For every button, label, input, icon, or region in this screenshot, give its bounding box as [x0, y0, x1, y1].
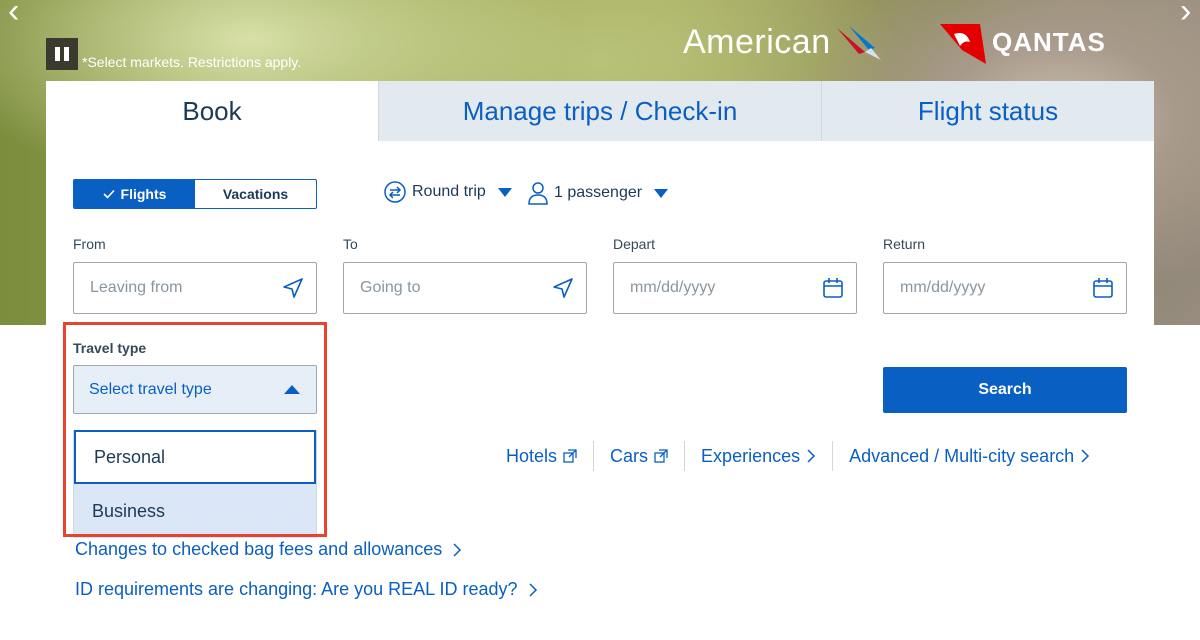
trip-type-label: Round trip	[412, 183, 486, 200]
cars-link[interactable]: Cars	[594, 446, 684, 467]
pause-button[interactable]	[46, 38, 78, 70]
news-link-label: ID requirements are changing: Are you RE…	[75, 579, 518, 599]
tab-flight-status[interactable]: Flight status	[821, 81, 1154, 141]
vacations-toggle-button[interactable]: Vacations	[195, 180, 316, 208]
location-arrow-icon[interactable]	[282, 277, 304, 299]
qantas-wordmark: QANTAS	[992, 26, 1106, 57]
from-input[interactable]	[88, 278, 262, 298]
news-link-real-id[interactable]: ID requirements are changing: Are you RE…	[75, 579, 538, 600]
from-label: From	[73, 236, 106, 252]
passenger-label: 1 passenger	[554, 184, 643, 201]
advanced-search-link-label: Advanced / Multi-city search	[849, 445, 1075, 466]
caret-down-icon	[654, 188, 669, 198]
depart-label: Depart	[613, 236, 656, 252]
carousel-next-icon[interactable]: ›	[1180, 0, 1191, 28]
return-label: Return	[883, 236, 926, 252]
hotels-link[interactable]: Hotels	[506, 446, 593, 467]
person-icon	[528, 182, 548, 205]
advanced-search-link[interactable]: Advanced / Multi-city search	[833, 446, 1106, 467]
return-date-input[interactable]	[898, 278, 1072, 298]
to-label: To	[343, 236, 358, 252]
american-airlines-logo: American	[683, 22, 883, 62]
kangaroo-tail-icon	[940, 24, 986, 64]
tab-book[interactable]: Book	[46, 81, 378, 141]
promo-disclaimer: *Select markets. Restrictions apply.	[82, 54, 302, 70]
location-arrow-icon[interactable]	[552, 277, 574, 299]
round-trip-icon	[384, 181, 406, 203]
to-field	[343, 262, 587, 314]
american-wordmark: American	[683, 22, 831, 61]
experiences-link[interactable]: Experiences	[685, 446, 832, 467]
carousel-prev-icon[interactable]: ‹	[8, 0, 19, 28]
hotels-link-label: Hotels	[506, 445, 558, 466]
cars-link-label: Cars	[610, 445, 649, 466]
to-input[interactable]	[358, 278, 532, 298]
checkmark-icon	[102, 189, 115, 199]
pause-icon	[55, 47, 60, 61]
depart-field	[613, 262, 857, 314]
external-link-icon	[654, 449, 668, 463]
depart-date-input[interactable]	[628, 278, 802, 298]
calendar-icon[interactable]	[822, 277, 844, 299]
experiences-link-label: Experiences	[701, 445, 801, 466]
chevron-right-icon	[453, 542, 462, 557]
product-toggle: Flights Vacations	[73, 179, 317, 209]
calendar-icon[interactable]	[1092, 277, 1114, 299]
passenger-dropdown[interactable]: 1 passenger	[528, 181, 669, 205]
qantas-logo: QANTAS	[940, 20, 1106, 64]
annotation-highlight-box	[63, 322, 327, 537]
vacations-toggle-label: Vacations	[222, 186, 289, 202]
external-link-icon	[563, 449, 577, 463]
flight-symbol-icon	[836, 26, 881, 60]
booking-tabs: Book Manage trips / Check-in Flight stat…	[46, 81, 1154, 141]
trip-type-dropdown[interactable]: Round trip	[384, 181, 512, 203]
booking-widget: Book Manage trips / Check-in Flight stat…	[46, 81, 1154, 640]
flights-toggle-label: Flights	[120, 186, 167, 202]
tab-manage-trips[interactable]: Manage trips / Check-in	[378, 81, 821, 141]
chevron-right-icon	[529, 582, 537, 597]
news-link-bag-fees[interactable]: Changes to checked bag fees and allowanc…	[75, 539, 462, 560]
chevron-right-icon	[807, 449, 816, 463]
search-button[interactable]: Search	[883, 367, 1127, 413]
return-field	[883, 262, 1127, 314]
news-link-label: Changes to checked bag fees and allowanc…	[75, 539, 443, 559]
flights-toggle-button[interactable]: Flights	[74, 180, 195, 208]
chevron-right-icon	[1081, 449, 1090, 463]
caret-down-icon	[497, 187, 512, 197]
quick-links: Hotels Cars Experiences Advanced / Multi…	[506, 439, 1106, 473]
from-field	[73, 262, 317, 314]
